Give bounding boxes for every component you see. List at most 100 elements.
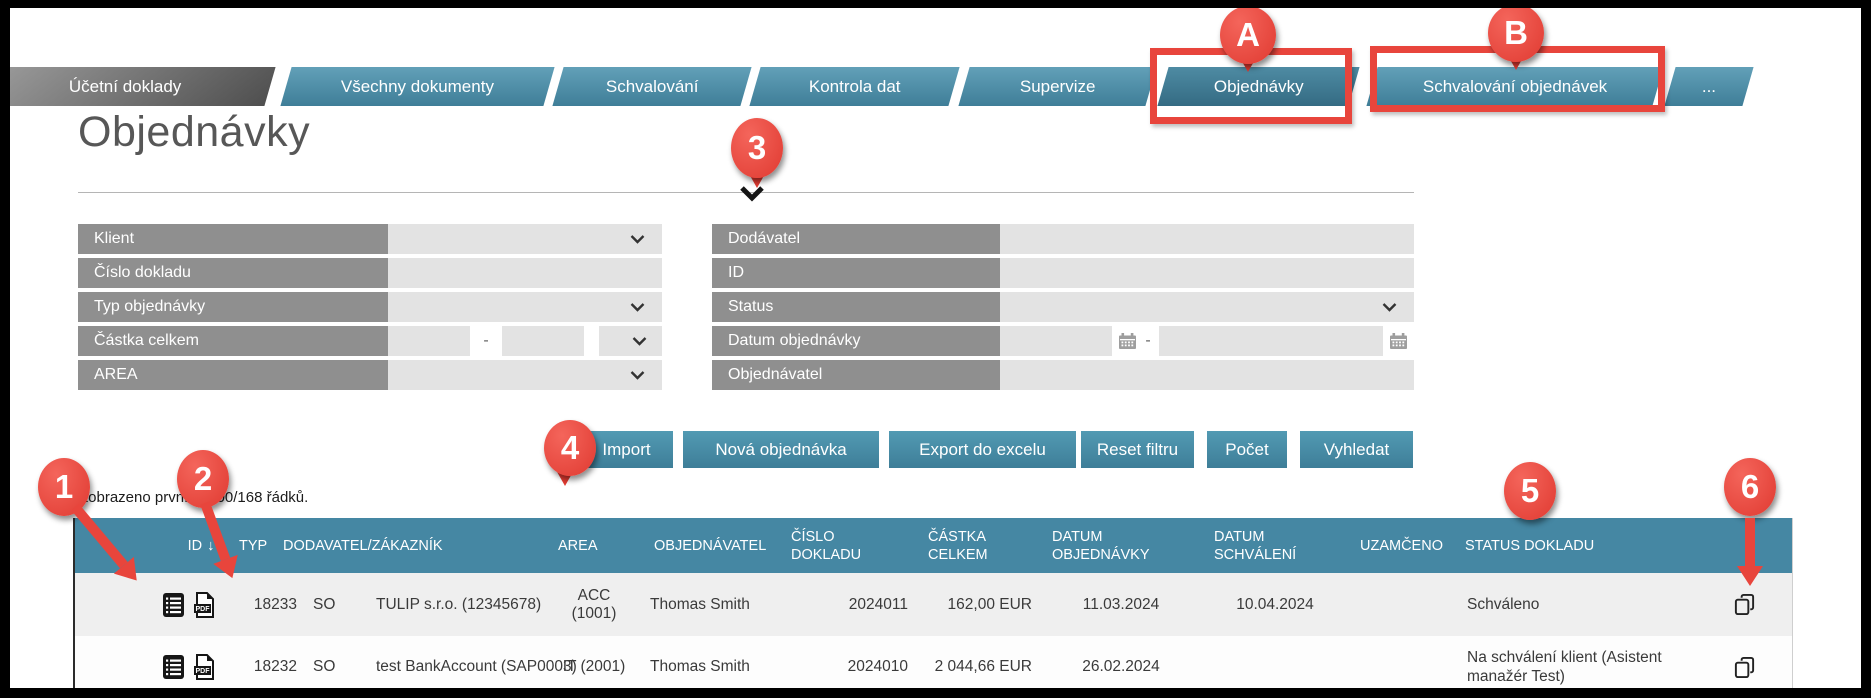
reset-filter-button[interactable]: Reset filtru [1081, 431, 1194, 468]
calendar-icon[interactable] [1118, 332, 1137, 350]
chevron-down-icon [630, 371, 645, 380]
cell-datum-objednavky: 11.03.2024 [1040, 596, 1202, 614]
tab-label: Supervize [1020, 77, 1096, 97]
column-header-dodavatel[interactable]: DODAVATEL/ZÁKAZNÍK [271, 518, 546, 573]
datum-range-dash: - [1137, 326, 1159, 356]
annotation-marker-2: 2 [177, 450, 229, 508]
annotation-marker-4: 4 [544, 420, 596, 476]
pdf-file-icon[interactable]: PDF [193, 654, 215, 680]
filter-label-area: AREA [78, 360, 388, 390]
column-header-datum-schvaleni[interactable]: DATUMSCHVÁLENÍ [1202, 518, 1348, 573]
column-header-castka-celkem[interactable]: ČÁSTKACELKEM [916, 518, 1040, 573]
tab-label: Účetní doklady [69, 77, 181, 97]
column-header-objednavatel[interactable]: OBJEDNÁVATEL [642, 518, 779, 573]
annotation-marker-6: 6 [1724, 458, 1776, 516]
klient-select[interactable] [388, 224, 662, 254]
count-button[interactable]: Počet [1207, 431, 1287, 468]
column-header-cislo-dokladu[interactable]: ČÍSLODOKLADU [779, 518, 916, 573]
castka-od-input[interactable] [388, 326, 470, 356]
screenshot-frame-bottom [0, 688, 1871, 698]
chevron-down-icon [1382, 303, 1397, 312]
annotation-marker-5: 5 [1504, 462, 1556, 520]
column-header-datum-objednavky[interactable]: DATUMOBJEDNÁVKY [1040, 518, 1202, 573]
tab-label: Schvalování [606, 77, 699, 97]
cell-objednavatel: Thomas Smith [642, 596, 779, 614]
column-header-area[interactable]: AREA [546, 518, 642, 573]
annotation-marker-3: 3 [731, 118, 783, 178]
copy-document-icon[interactable] [1696, 592, 1793, 617]
cell-id: 18232 [225, 658, 305, 676]
export-excel-button[interactable]: Export do excelu [889, 431, 1076, 468]
document-detail-icon[interactable] [161, 654, 186, 680]
castka-do-input[interactable] [502, 326, 584, 356]
annotation-marker-A: A [1220, 6, 1276, 64]
pdf-file-icon[interactable]: PDF [193, 592, 215, 618]
status-select[interactable] [1000, 292, 1414, 322]
row-actions: PDF [75, 654, 225, 680]
cell-typ: SO [305, 658, 361, 676]
cell-cislo-dokladu: 2024011 [779, 596, 916, 614]
table-right-edge [1792, 518, 1793, 688]
collapse-filters-chevron-icon[interactable] [739, 186, 765, 202]
orders-table: ID ↓ TYP DODAVATEL/ZÁKAZNÍK AREA OBJEDNÁ… [75, 518, 1793, 698]
filter-label-datum-objednavky: Datum objednávky [712, 326, 1000, 356]
cell-objednavatel: Thomas Smith [642, 658, 779, 676]
tab-supervize[interactable]: Supervize [958, 67, 1156, 106]
datum-od-input[interactable] [1000, 326, 1112, 356]
filter-label-klient: Klient [78, 224, 388, 254]
annotation-arrow-6 [1737, 518, 1763, 586]
cell-datum-objednavky: 26.02.2024 [1040, 658, 1202, 676]
column-header-status-dokladu[interactable]: STATUS DOKLADU [1453, 518, 1696, 573]
cell-dodavatel: test BankAccount (SAP0003) [361, 658, 546, 676]
filter-label-typ-objednavky: Typ objednávky [78, 292, 388, 322]
tab-vsechny-dokumenty[interactable]: Všechny dokumenty [280, 67, 554, 106]
tab-kontrola-dat[interactable]: Kontrola dat [749, 67, 959, 106]
objednavatel-input[interactable] [1000, 360, 1414, 390]
filter-label-status: Status [712, 292, 1000, 322]
row-actions: PDF [75, 592, 225, 618]
page-title: Objednávky [78, 108, 310, 157]
new-order-button[interactable]: Nová objednávka [683, 431, 879, 468]
typ-objednavky-select[interactable] [388, 292, 662, 322]
table-header-row: ID ↓ TYP DODAVATEL/ZÁKAZNÍK AREA OBJEDNÁ… [75, 518, 1793, 573]
cell-typ: SO [305, 596, 361, 614]
calendar-icon[interactable] [1389, 332, 1408, 350]
id-input[interactable] [1000, 258, 1414, 288]
svg-text:PDF: PDF [196, 606, 211, 613]
castka-mena-select[interactable] [599, 326, 662, 356]
chevron-down-icon [630, 235, 645, 244]
cell-status-dokladu: Na schválení klient (Asistent manažér Te… [1453, 648, 1696, 686]
tab-label: ... [1702, 77, 1716, 97]
filter-label-id: ID [712, 258, 1000, 288]
tab-ucetni-doklady[interactable]: Účetní doklady [0, 67, 276, 106]
screenshot-frame-right [1861, 0, 1871, 698]
table-left-edge [73, 518, 75, 688]
cislo-dokladu-input[interactable] [388, 258, 662, 288]
annotation-marker-B: B [1488, 4, 1544, 62]
search-button[interactable]: Vyhledat [1300, 431, 1413, 468]
area-select[interactable] [388, 360, 662, 390]
tab-label: Všechny dokumenty [341, 77, 494, 97]
cell-castka-celkem: 162,00 EUR [916, 596, 1040, 614]
cell-area: ACC (1001) [546, 587, 642, 623]
datum-do-input[interactable] [1159, 326, 1383, 356]
tab-schvalovani[interactable]: Schvalování [552, 67, 751, 106]
app-window: Účetní doklady Všechny dokumenty Schvalo… [0, 0, 1871, 698]
filter-label-objednavatel: Objednávatel [712, 360, 1000, 390]
filter-label-cislo-dokladu: Číslo dokladu [78, 258, 388, 288]
table-row[interactable]: PDF 18233 SO TULIP s.r.o. (12345678) ACC… [75, 573, 1793, 636]
cell-castka-celkem: 2 044,66 EUR [916, 658, 1040, 676]
document-detail-icon[interactable] [161, 592, 186, 618]
cell-status-dokladu: Schváleno [1453, 595, 1696, 614]
dodavatel-input[interactable] [1000, 224, 1414, 254]
copy-document-icon[interactable] [1696, 655, 1793, 680]
cell-dodavatel: TULIP s.r.o. (12345678) [361, 596, 546, 614]
column-header-uzamceno[interactable]: UZAMČENO [1348, 518, 1453, 573]
filter-label-castka-celkem: Částka celkem [78, 326, 388, 356]
screenshot-frame-left [0, 0, 10, 698]
screenshot-frame-top [0, 0, 1871, 8]
cell-datum-schvaleni: 10.04.2024 [1202, 596, 1348, 614]
tab-more[interactable]: ... [1664, 67, 1753, 106]
filter-label-dodavatel: Dodávatel [712, 224, 1000, 254]
tab-label: Kontrola dat [809, 77, 901, 97]
